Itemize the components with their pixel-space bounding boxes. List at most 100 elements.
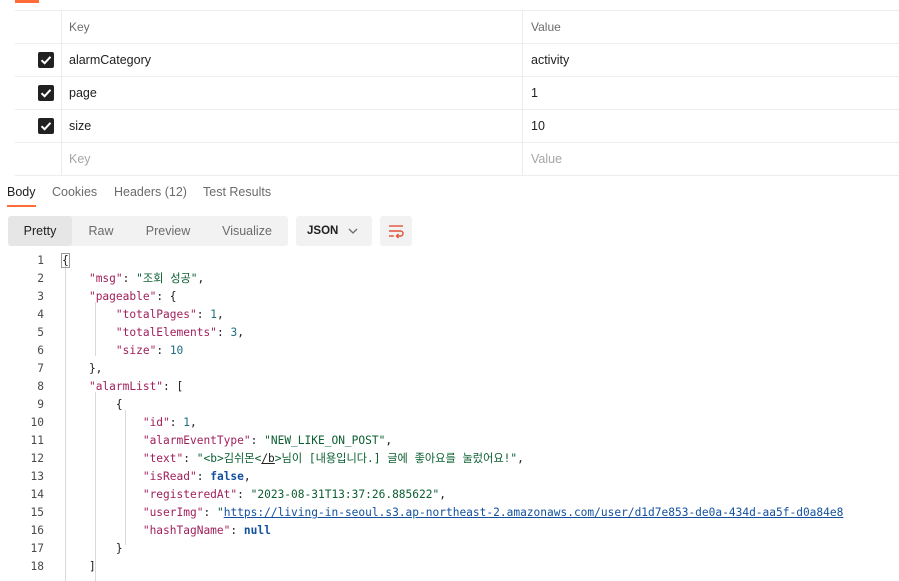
param-checkbox[interactable] <box>38 118 54 134</box>
param-key-cell[interactable]: page <box>61 77 523 109</box>
param-value: activity <box>531 53 570 67</box>
param-value: 1 <box>531 86 538 100</box>
line-number: 14 <box>30 488 44 501</box>
param-value-cell[interactable]: 10 <box>523 110 899 142</box>
params-header-row: Key Value <box>15 11 899 44</box>
param-key-cell[interactable]: size <box>61 110 523 142</box>
format-mode-selector: Pretty Raw Preview Visualize <box>8 216 288 246</box>
wrap-lines-icon <box>389 225 404 239</box>
line-number: 17 <box>30 542 44 555</box>
response-body-viewer[interactable]: 1{2 "msg": "조회 성공", 3 "pageable": {4 "tot… <box>0 252 899 581</box>
code-text: { <box>62 398 123 411</box>
param-key: page <box>69 86 97 100</box>
line-number: 5 <box>37 326 44 339</box>
params-table: Key Value alarmCategory activity page 1 … <box>15 10 899 176</box>
code-line: 4 "totalPages": 1, <box>0 306 899 324</box>
tab-headers[interactable]: Headers (12) <box>114 185 187 199</box>
line-number: 10 <box>30 416 44 429</box>
mode-raw-button[interactable]: Raw <box>72 216 130 246</box>
code-line: 17 } <box>0 540 899 558</box>
language-label: JSON <box>307 225 339 237</box>
checkmark-icon <box>40 122 52 131</box>
new-key-placeholder: Key <box>69 152 91 166</box>
code-line: 2 "msg": "조회 성공", <box>0 270 899 288</box>
new-value-input[interactable]: Value <box>523 143 899 175</box>
column-header-value: Value <box>531 20 561 34</box>
tab-body[interactable]: Body <box>7 185 36 199</box>
checkmark-icon <box>40 56 52 65</box>
param-new-row: Key Value <box>15 143 899 176</box>
param-row: alarmCategory activity <box>15 44 899 77</box>
code-line: 9 { <box>0 396 899 414</box>
line-number: 13 <box>30 470 44 483</box>
param-value: 10 <box>531 119 545 133</box>
code-text: { <box>61 253 70 268</box>
param-checkbox[interactable] <box>38 85 54 101</box>
code-line: 12 "text": "<b>김쉬몬</b>님이 [내용입니다.] 글에 좋아요… <box>0 450 899 468</box>
code-text: "msg": "조회 성공", <box>88 272 205 285</box>
code-line: 16 "hashTagName": null <box>0 522 899 540</box>
active-tab-indicator <box>7 205 36 207</box>
code-line: 1{ <box>0 252 899 270</box>
param-row: size 10 <box>15 110 899 143</box>
new-value-placeholder: Value <box>531 152 563 166</box>
tab-cookies[interactable]: Cookies <box>52 185 97 199</box>
wrap-lines-button[interactable] <box>380 216 412 246</box>
code-line: 14 "registeredAt": "2023-08-31T13:37:26.… <box>0 486 899 504</box>
code-line: 18 ] <box>0 558 899 576</box>
checkmark-icon <box>40 89 52 98</box>
code-text: "totalPages": 1, <box>115 308 224 321</box>
line-number: 11 <box>30 434 44 447</box>
line-number: 6 <box>37 344 44 357</box>
new-key-input[interactable]: Key <box>61 143 523 175</box>
line-number: 12 <box>30 452 44 465</box>
code-text: "registeredAt": "2023-08-31T13:37:26.885… <box>142 488 446 501</box>
code-line: 13 "isRead": false, <box>0 468 899 486</box>
code-text: "id": 1, <box>142 416 197 429</box>
code-text: "alarmEventType": "NEW_LIKE_ON_POST", <box>142 434 393 447</box>
line-number: 3 <box>37 290 44 303</box>
tab-test-results[interactable]: Test Results <box>203 185 271 199</box>
code-line: 6 "size": 10 <box>0 342 899 360</box>
code-line: 8 "alarmList": [ <box>0 378 899 396</box>
param-row: page 1 <box>15 77 899 110</box>
code-line: 10 "id": 1, <box>0 414 899 432</box>
code-text: }, <box>62 362 103 375</box>
code-line: 11 "alarmEventType": "NEW_LIKE_ON_POST", <box>0 432 899 450</box>
param-key: size <box>69 119 92 133</box>
code-text: "alarmList": [ <box>88 380 184 393</box>
line-number: 4 <box>37 308 44 321</box>
code-text: "hashTagName": null <box>142 524 271 537</box>
code-text: "totalElements": 3, <box>115 326 244 339</box>
code-text: ] <box>62 560 96 573</box>
language-dropdown[interactable]: JSON <box>296 216 372 246</box>
param-checkbox[interactable] <box>38 52 54 68</box>
code-text: "isRead": false, <box>142 470 251 483</box>
line-number: 2 <box>37 272 44 285</box>
code-text: "userImg": "https://living-in-seoul.s3.a… <box>142 506 844 519</box>
code-line: 5 "totalElements": 3, <box>0 324 899 342</box>
mode-pretty-button[interactable]: Pretty <box>8 216 72 246</box>
line-number: 7 <box>37 362 44 375</box>
param-value-cell[interactable]: activity <box>523 44 899 76</box>
line-number: 15 <box>30 506 44 519</box>
line-number: 18 <box>30 560 44 573</box>
line-number: 16 <box>30 524 44 537</box>
code-text: "text": "<b>김쉬몬</b>님이 [내용입니다.] 글에 좋아요를 눌… <box>142 452 524 465</box>
column-header-key: Key <box>69 20 90 34</box>
code-text: } <box>62 542 123 555</box>
mode-preview-button[interactable]: Preview <box>130 216 206 246</box>
code-text: "pageable": { <box>88 290 177 303</box>
param-key-cell[interactable]: alarmCategory <box>61 44 523 76</box>
line-number: 9 <box>37 398 44 411</box>
line-number: 1 <box>37 254 44 267</box>
code-line: 3 "pageable": { <box>0 288 899 306</box>
line-number: 8 <box>37 380 44 393</box>
param-key: alarmCategory <box>69 53 151 67</box>
params-tab-indicator <box>15 0 39 3</box>
code-text: "size": 10 <box>115 344 184 357</box>
param-value-cell[interactable]: 1 <box>523 77 899 109</box>
code-line: 7 }, <box>0 360 899 378</box>
mode-visualize-button[interactable]: Visualize <box>206 216 288 246</box>
code-line: 15 "userImg": "https://living-in-seoul.s… <box>0 504 899 522</box>
